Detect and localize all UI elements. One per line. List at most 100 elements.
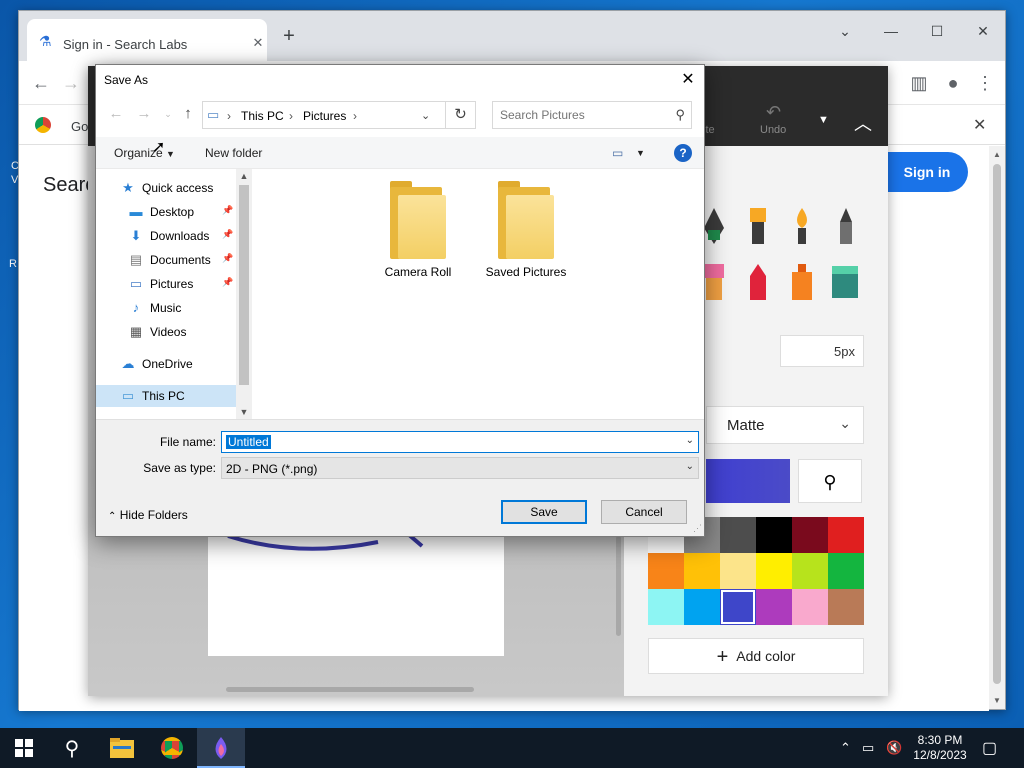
back-icon[interactable]: ← (29, 73, 53, 94)
nav-item-music[interactable]: ♪ Music (96, 297, 236, 319)
scroll-down-icon[interactable]: ▼ (989, 696, 1005, 705)
color-swatch[interactable] (720, 517, 756, 553)
airbrush-icon[interactable] (788, 206, 816, 246)
menu-icon[interactable]: ⋮ (973, 73, 997, 94)
address-bar[interactable]: ▭ › This PC › Pictures › ⌄ (202, 101, 446, 129)
cancel-button[interactable]: Cancel (601, 500, 687, 524)
color-swatch[interactable] (828, 553, 864, 589)
nav-item-desktop[interactable]: ▬ Desktop 📌 (96, 201, 236, 223)
view-options-icon[interactable]: ▭ (612, 146, 623, 160)
color-swatch[interactable] (720, 553, 756, 589)
minimize-button[interactable]: — (879, 23, 903, 39)
scroll-up-icon[interactable]: ▲ (989, 150, 1005, 159)
taskbar-file-explorer[interactable] (98, 728, 146, 768)
canvas-hscroll[interactable] (226, 687, 474, 692)
brush-size-input[interactable]: 5px (780, 335, 864, 367)
color-swatch[interactable] (792, 589, 828, 625)
scrollbar-thumb[interactable] (993, 164, 1001, 684)
undo-icon[interactable]: ↶ (766, 102, 781, 123)
resize-grip-icon[interactable]: ⋰ (693, 523, 702, 534)
color-swatch[interactable] (648, 553, 684, 589)
new-folder-button[interactable]: New folder (205, 146, 262, 160)
color-swatch[interactable] (756, 553, 792, 589)
profile-icon[interactable]: ● (941, 73, 965, 94)
folder-saved-pictures[interactable]: Saved Pictures (476, 169, 576, 279)
color-swatch[interactable] (828, 517, 864, 553)
address-dropdown-icon[interactable]: ⌄ (421, 109, 430, 122)
color-swatch[interactable] (684, 589, 720, 625)
back-arrow-icon[interactable]: ← (106, 105, 126, 122)
tab-search-icon[interactable]: ⌄ (833, 23, 857, 40)
search-input[interactable] (493, 102, 663, 128)
maximize-button[interactable]: ☐ (925, 23, 949, 40)
drawing-canvas[interactable] (208, 532, 504, 656)
scrollbar-thumb[interactable] (239, 185, 249, 385)
scroll-up-icon[interactable]: ▲ (236, 171, 252, 181)
collapse-ribbon-icon[interactable]: ︿ (854, 110, 872, 136)
add-color-button[interactable]: + Add color (648, 638, 864, 674)
texture-dropdown[interactable]: Matte ⌄ (706, 406, 864, 444)
eyedropper-icon[interactable]: ⚲ (798, 459, 862, 503)
dropdown-icon[interactable]: ▼ (818, 114, 829, 126)
nav-item-onedrive[interactable]: ☁ OneDrive (96, 353, 236, 375)
show-hidden-icons[interactable]: ⌃ (840, 740, 851, 756)
color-swatch[interactable] (756, 517, 792, 553)
side-panel-icon[interactable]: ▥ (907, 73, 931, 94)
chevron-down-icon[interactable]: ⌄ (686, 435, 694, 446)
info-bar-close-icon[interactable]: ✕ (973, 115, 986, 135)
browser-tab[interactable]: ⚗ Sign in - Search Labs ✕ (27, 19, 267, 61)
taskbar-search-button[interactable]: ⚲ (48, 728, 96, 768)
start-button[interactable] (0, 728, 48, 768)
organize-menu[interactable]: Organize ▼ (114, 146, 175, 160)
help-icon[interactable]: ? (674, 144, 692, 162)
nav-pane-scrollbar[interactable]: ▲ ▼ (236, 169, 252, 419)
nav-item-quick-access[interactable]: ★ Quick access (96, 177, 236, 199)
forward-icon[interactable]: → (59, 73, 83, 94)
taskbar-chrome[interactable] (148, 728, 196, 768)
notification-icon[interactable]: ▢ (982, 738, 997, 758)
nav-item-documents[interactable]: ▤ Documents 📌 (96, 249, 236, 271)
calligraphy-brush-icon[interactable] (744, 206, 772, 246)
refresh-icon[interactable]: ↻ (446, 101, 476, 129)
file-name-value[interactable]: Untitled (226, 435, 271, 449)
nav-item-downloads[interactable]: ⬇ Downloads 📌 (96, 225, 236, 247)
undo-label[interactable]: Undo (760, 124, 786, 136)
sign-in-button[interactable]: Sign in (886, 152, 968, 192)
search-pictures-field[interactable]: ⚲ (492, 101, 692, 129)
breadcrumb-this-pc[interactable]: This PC (241, 109, 284, 123)
chevron-down-icon[interactable]: ⌄ (686, 461, 694, 472)
nav-item-pictures[interactable]: ▭ Pictures 📌 (96, 273, 236, 295)
folder-camera-roll[interactable]: Camera Roll (368, 169, 468, 279)
recent-locations-icon[interactable]: ⌄ (158, 109, 178, 120)
file-name-input[interactable]: Untitled ⌄ (221, 431, 699, 453)
color-swatch[interactable] (792, 517, 828, 553)
save-as-type-select[interactable]: 2D - PNG (*.png) ⌄ (221, 457, 699, 479)
pencil-icon[interactable] (832, 206, 860, 246)
nav-item-this-pc[interactable]: ▭ This PC (96, 385, 236, 407)
breadcrumb-pictures[interactable]: Pictures (303, 109, 346, 123)
new-tab-button[interactable]: + (277, 25, 301, 48)
page-scrollbar[interactable]: ▲ ▼ (989, 146, 1005, 709)
taskbar-clock[interactable]: 8:30 PM 12/8/2023 (908, 733, 972, 763)
color-swatch[interactable] (720, 589, 756, 625)
color-swatch[interactable] (684, 553, 720, 589)
forward-arrow-icon[interactable]: → (134, 105, 154, 122)
taskbar-paint[interactable] (197, 728, 245, 768)
fill-bucket-icon[interactable] (830, 262, 858, 302)
color-swatch[interactable] (792, 553, 828, 589)
view-dropdown-icon[interactable]: ▼ (636, 148, 645, 158)
volume-muted-icon[interactable]: 🔇 (886, 740, 902, 756)
dialog-close-button[interactable]: ✕ (672, 65, 704, 95)
tab-close-icon[interactable]: ✕ (249, 35, 267, 51)
current-color[interactable] (706, 459, 790, 503)
crayon-icon[interactable] (744, 262, 772, 302)
up-arrow-icon[interactable]: ↑ (178, 105, 198, 122)
color-swatch[interactable] (648, 589, 684, 625)
save-button[interactable]: Save (501, 500, 587, 524)
nav-item-videos[interactable]: ▦ Videos (96, 321, 236, 343)
window-close-button[interactable]: ✕ (971, 23, 995, 40)
network-icon[interactable]: ▭ (862, 740, 874, 756)
hide-folders-toggle[interactable]: ⌃ Hide Folders (108, 508, 188, 522)
color-swatch[interactable] (828, 589, 864, 625)
canvas-vscroll[interactable] (616, 536, 621, 636)
